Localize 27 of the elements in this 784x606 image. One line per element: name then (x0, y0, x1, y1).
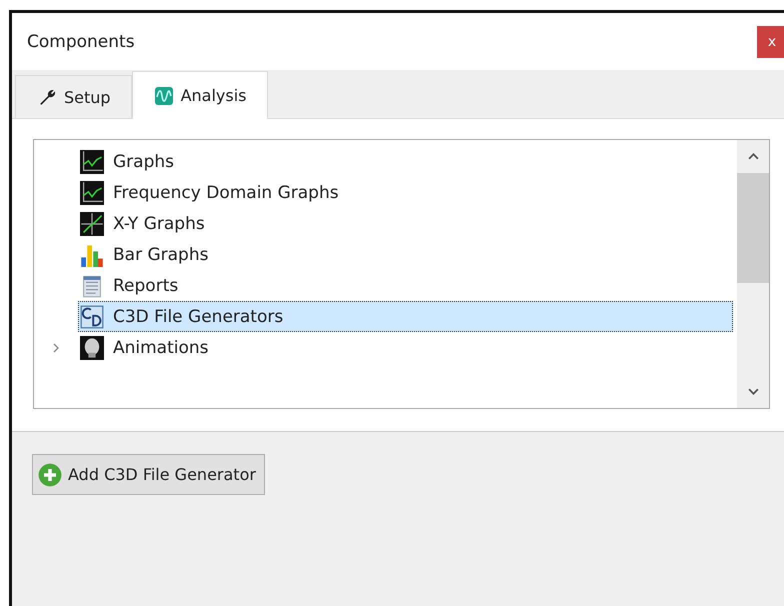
list-item[interactable]: X-Y Graphs (78, 208, 733, 239)
list-item[interactable]: Frequency Domain Graphs (78, 177, 733, 208)
add-button[interactable]: Add C3D File Generator (32, 454, 265, 495)
list-item[interactable]: Graphs (78, 146, 733, 177)
document-icon (80, 274, 104, 298)
wrench-icon (38, 88, 56, 106)
scroll-up-icon[interactable] (748, 152, 758, 161)
graph-icon (80, 212, 104, 236)
graph-icon (80, 180, 104, 204)
list-item[interactable]: Reports (78, 270, 733, 301)
close-button[interactable]: x (757, 26, 784, 58)
bar-chart-icon (80, 242, 104, 266)
scrollbar-thumb[interactable] (737, 173, 769, 283)
c3d-icon (80, 304, 104, 328)
scrollbar[interactable] (737, 140, 769, 408)
list-item[interactable]: C3D File Generators (78, 301, 733, 332)
tab[interactable]: Setup (15, 75, 132, 118)
tab[interactable]: Analysis (132, 71, 268, 119)
chevron-icon[interactable] (52, 342, 60, 354)
list-item[interactable]: Bar Graphs (78, 239, 733, 270)
scroll-down-icon[interactable] (748, 387, 758, 396)
graph-icon (80, 150, 104, 174)
wave-icon (154, 86, 173, 104)
animation-icon (80, 336, 104, 360)
list-item[interactable]: Animations (78, 332, 733, 363)
window-title: Components (27, 32, 135, 52)
plus-icon (38, 462, 62, 486)
